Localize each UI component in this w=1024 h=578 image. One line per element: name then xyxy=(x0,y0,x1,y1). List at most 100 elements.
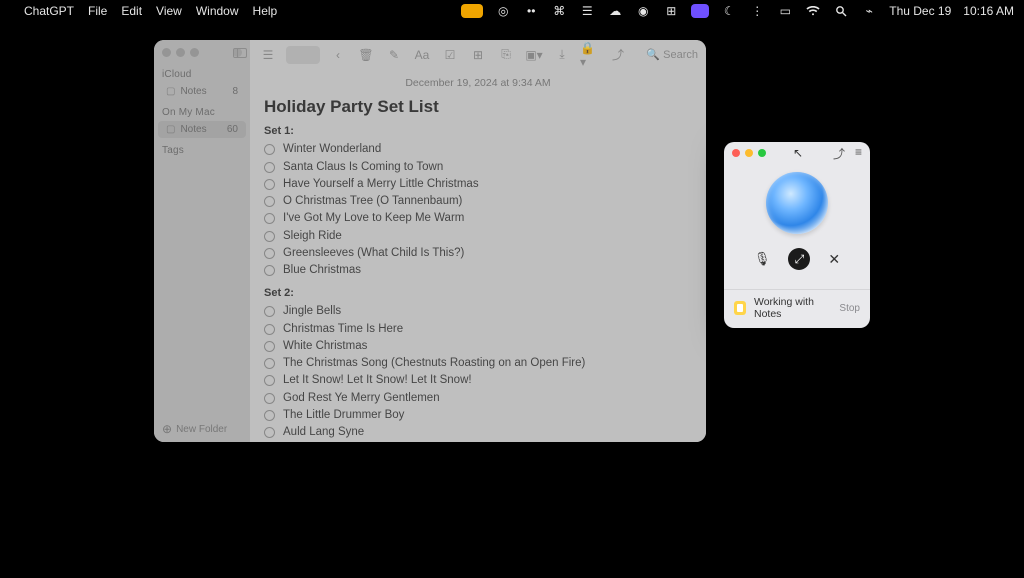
minimize-icon[interactable] xyxy=(176,48,185,57)
link-icon[interactable]: ⎘ xyxy=(496,46,516,64)
checklist-item[interactable]: The Little Drummer Boy xyxy=(264,407,692,424)
assistant-window: ↖ ⤴ ≡ 🎙 ⤢ ✕ Working with Notes Stop xyxy=(724,142,870,328)
assistant-orb xyxy=(766,172,828,234)
sidebar-toggle-icon[interactable] xyxy=(233,48,242,57)
status-item-icon[interactable]: •• xyxy=(523,3,539,19)
folder-icon: ▢ xyxy=(166,124,175,135)
minimize-icon[interactable] xyxy=(745,149,753,157)
format-icon[interactable]: Aa xyxy=(412,46,432,64)
close-icon[interactable] xyxy=(732,149,740,157)
table-icon[interactable]: ⊞ xyxy=(468,46,488,64)
checkbox-icon[interactable] xyxy=(264,375,275,386)
trash-icon[interactable]: 🗑 xyxy=(356,46,376,64)
lock-note-icon[interactable]: 🔒▾ xyxy=(580,46,600,64)
checkbox-icon[interactable] xyxy=(264,324,275,335)
assistant-titlebar: ↖ ⤴ ≡ xyxy=(724,142,870,164)
checklist-item[interactable]: Let It Snow! Let It Snow! Let It Snow! xyxy=(264,372,692,389)
photo-icon[interactable]: ▣▾ xyxy=(524,46,544,64)
checklist-item[interactable]: O Christmas Tree (O Tannenbaum) xyxy=(264,193,692,210)
checklist-item[interactable]: Have Yourself a Merry Little Christmas xyxy=(264,176,692,193)
settings-icon[interactable]: ≡ xyxy=(855,145,862,162)
view-mode-segment[interactable] xyxy=(286,46,320,64)
checkbox-icon[interactable] xyxy=(264,213,275,224)
menubar-time[interactable]: 10:16 AM xyxy=(963,4,1014,18)
checklist-item[interactable]: Auld Lang Syne xyxy=(264,424,692,441)
checklist-item-label: Jingle Bells xyxy=(283,303,341,320)
view-list-icon[interactable]: ☰ xyxy=(258,46,278,64)
note-editor[interactable]: December 19, 2024 at 9:34 AM Holiday Par… xyxy=(250,69,706,442)
checklist-item-label: Let It Snow! Let It Snow! Let It Snow! xyxy=(283,372,472,389)
menubar-date[interactable]: Thu Dec 19 xyxy=(889,4,951,18)
status-item-icon[interactable]: ◎ xyxy=(495,3,511,19)
back-icon[interactable]: ‹ xyxy=(328,46,348,64)
battery-icon[interactable]: ▭ xyxy=(777,3,793,19)
checkbox-icon[interactable] xyxy=(264,341,275,352)
menu-view[interactable]: View xyxy=(156,4,182,18)
do-not-disturb-icon[interactable]: ☾ xyxy=(721,3,737,19)
checkbox-icon[interactable] xyxy=(264,306,275,317)
status-item-grid-icon[interactable]: ⊞ xyxy=(663,3,679,19)
control-center-icon[interactable]: ⌁ xyxy=(861,3,877,19)
checklist-icon[interactable]: ☑ xyxy=(440,46,460,64)
sidebar-item-label: Notes xyxy=(180,124,206,135)
checkbox-icon[interactable] xyxy=(264,410,275,421)
upload-icon[interactable]: ⤴ xyxy=(833,145,845,162)
checkbox-icon[interactable] xyxy=(264,162,275,173)
sidebar-section: iCloud xyxy=(154,63,250,82)
checkbox-icon[interactable] xyxy=(264,179,275,190)
spotlight-icon[interactable] xyxy=(833,3,849,19)
window-controls xyxy=(154,46,250,63)
close-icon[interactable] xyxy=(162,48,171,57)
status-item-cloud-icon[interactable]: ☁ xyxy=(607,3,623,19)
notes-toolbar: ☰ ‹ 🗑 ✎ Aa ☑ ⊞ ⎘ ▣▾ ⤓ 🔒▾ ⤴ 🔍 Search xyxy=(250,40,706,69)
checklist-item[interactable]: Santa Claus Is Coming to Town xyxy=(264,159,692,176)
checklist-item[interactable]: Sleigh Ride xyxy=(264,228,692,245)
menu-help[interactable]: Help xyxy=(253,4,278,18)
checklist-item[interactable]: Jingle Bells xyxy=(264,303,692,320)
status-item-icon[interactable]: ⋮ xyxy=(749,3,765,19)
checklist-item[interactable]: I've Got My Love to Keep Me Warm xyxy=(264,210,692,227)
fullscreen-icon[interactable] xyxy=(758,149,766,157)
checkbox-icon[interactable] xyxy=(264,393,275,404)
lock-icon[interactable]: ⤓ xyxy=(552,46,572,64)
checklist-item[interactable]: Greensleeves (What Child Is This?) xyxy=(264,245,692,262)
search-field[interactable]: 🔍 Search xyxy=(646,48,698,61)
compose-icon[interactable]: ✎ xyxy=(384,46,404,64)
sidebar-item-notes-local[interactable]: ▢ Notes 60 xyxy=(158,121,246,138)
stop-button[interactable]: Stop xyxy=(839,303,860,314)
checkbox-icon[interactable] xyxy=(264,427,275,438)
app-name[interactable]: ChatGPT xyxy=(24,4,74,18)
checkbox-icon[interactable] xyxy=(264,358,275,369)
wifi-icon[interactable] xyxy=(805,3,821,19)
fullscreen-icon[interactable] xyxy=(190,48,199,57)
status-item-icon[interactable]: ☰ xyxy=(579,3,595,19)
new-folder-button[interactable]: ⊕ New Folder xyxy=(154,416,250,442)
close-icon[interactable]: ✕ xyxy=(828,251,840,268)
checklist-item[interactable]: God Rest Ye Merry Gentlemen xyxy=(264,390,692,407)
mic-icon[interactable]: 🎙 xyxy=(754,251,771,267)
checklist-item-label: The Christmas Song (Chestnuts Roasting o… xyxy=(283,355,585,372)
status-item-icon[interactable]: ◉ xyxy=(635,3,651,19)
note-title: Holiday Party Set List xyxy=(264,97,692,117)
checkbox-icon[interactable] xyxy=(264,248,275,259)
status-item-icon[interactable]: ⌘ xyxy=(551,3,567,19)
screen-record-icon[interactable] xyxy=(691,4,709,18)
menu-edit[interactable]: Edit xyxy=(121,4,142,18)
share-icon[interactable]: ⤴ xyxy=(608,46,628,64)
checklist-item[interactable]: Christmas Time Is Here xyxy=(264,321,692,338)
checkbox-icon[interactable] xyxy=(264,196,275,207)
checkbox-icon[interactable] xyxy=(264,144,275,155)
checklist-item[interactable]: The Christmas Song (Chestnuts Roasting o… xyxy=(264,355,692,372)
menu-file[interactable]: File xyxy=(88,4,107,18)
expand-icon[interactable]: ⤢ xyxy=(788,248,810,270)
checkbox-icon[interactable] xyxy=(264,265,275,276)
sidebar-item-notes[interactable]: ▢ Notes 8 xyxy=(158,83,246,100)
status-item-orange-icon[interactable] xyxy=(461,4,483,18)
notes-app-icon xyxy=(734,301,746,315)
checklist-item[interactable]: White Christmas xyxy=(264,338,692,355)
checkbox-icon[interactable] xyxy=(264,231,275,242)
checklist-item[interactable]: Blue Christmas xyxy=(264,262,692,279)
sidebar-item-count: 60 xyxy=(227,124,238,135)
menu-window[interactable]: Window xyxy=(196,4,239,18)
checklist-item[interactable]: Winter Wonderland xyxy=(264,141,692,158)
